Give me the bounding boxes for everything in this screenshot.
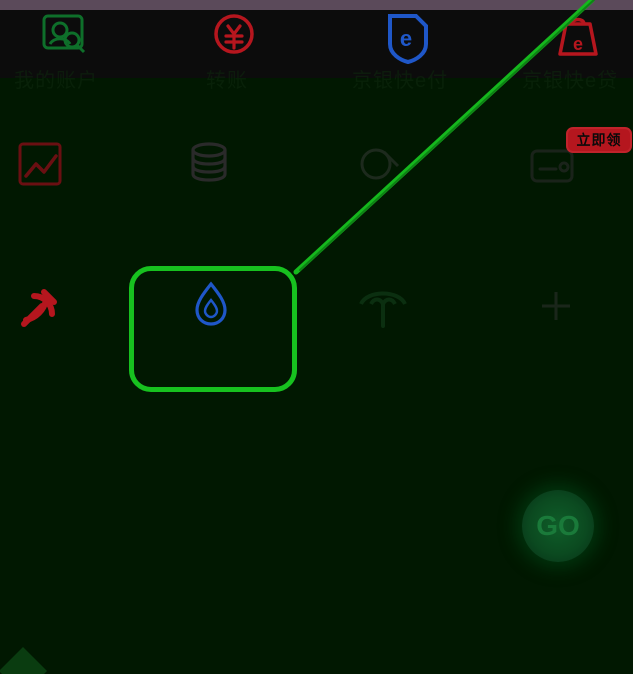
pointer-line	[293, 0, 596, 275]
app-screen: e e 我的账户 转账 京银快e付 京银快e贷 立即领 GO	[0, 0, 633, 674]
go-button[interactable]: GO	[522, 490, 594, 562]
